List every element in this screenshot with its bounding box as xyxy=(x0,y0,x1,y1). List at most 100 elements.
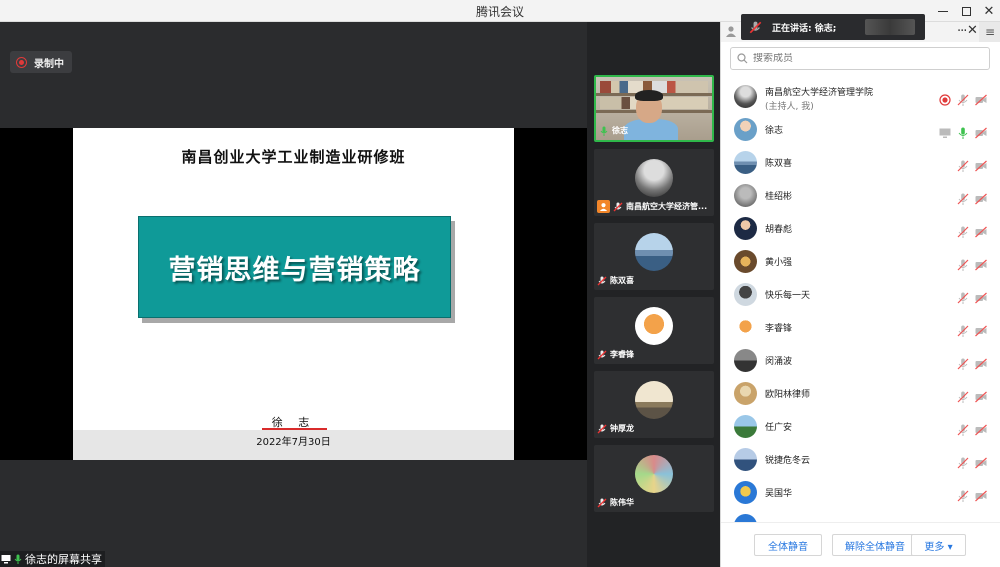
presentation-slide: 南昌创业大学工业制造业研修班 营销思维与营销策略 徐 志 2022年7月30日 xyxy=(73,128,514,460)
camera-off-icon[interactable] xyxy=(975,388,987,403)
camera-off-icon[interactable] xyxy=(975,256,987,271)
member-avatar xyxy=(734,349,757,372)
screen-share-view[interactable]: 南昌创业大学工业制造业研修班 营销思维与营销策略 徐 志 2022年7月30日 xyxy=(0,128,587,460)
camera-off-icon[interactable] xyxy=(975,355,987,370)
mic-muted-icon[interactable] xyxy=(957,421,969,436)
mic-muted-icon[interactable] xyxy=(957,223,969,238)
participant-name: 陈伟华 xyxy=(610,498,634,507)
video-tile-host[interactable]: 南昌航空大学经济管... xyxy=(594,149,714,216)
participant-name: 钟厚龙 xyxy=(610,424,634,433)
mic-muted-icon[interactable] xyxy=(957,322,969,337)
camera-off-icon[interactable] xyxy=(975,124,987,139)
camera-off-icon[interactable] xyxy=(975,190,987,205)
member-name: 闵涌波 xyxy=(765,357,793,367)
participant-avatar xyxy=(635,381,673,419)
mic-muted-icon xyxy=(597,276,607,285)
member-name: 陈双喜 xyxy=(765,159,793,169)
video-tile-liruifeng[interactable]: 李睿锋 xyxy=(594,297,714,364)
member-list: 南昌航空大学经济管理学院 (主持人, 我) 徐志陈双喜桂绍彬胡春彪黄小强快乐每一天李… xyxy=(721,80,1000,522)
member-avatar xyxy=(734,382,757,405)
video-tile-chenweihua[interactable]: 陈伟华 xyxy=(594,445,714,512)
video-tile-chenshuangxi[interactable]: 陈双喜 xyxy=(594,223,714,290)
member-row[interactable]: 桂绍彬 xyxy=(721,179,1000,212)
camera-off-icon[interactable] xyxy=(975,91,987,106)
member-row[interactable] xyxy=(721,509,1000,522)
member-row[interactable]: 南昌航空大学经济管理学院 (主持人, 我) xyxy=(721,80,1000,113)
mic-muted-icon[interactable] xyxy=(957,91,969,106)
blurred-area xyxy=(865,19,915,35)
video-tile-name: 陈伟华 xyxy=(597,496,634,509)
member-name: 胡春彪 xyxy=(765,225,793,235)
member-name: 黄小强 xyxy=(765,258,793,268)
camera-off-icon[interactable] xyxy=(975,421,987,436)
screen-share-icon xyxy=(1,555,11,564)
camera-off-icon[interactable] xyxy=(975,157,987,172)
main-stage: 录制中 南昌创业大学工业制造业研修班 营销思维与营销策略 徐 志 2022年7月… xyxy=(0,22,587,567)
member-row[interactable]: 徐志 xyxy=(721,113,1000,146)
participant-avatar xyxy=(635,455,673,493)
member-row[interactable]: 胡春彪 xyxy=(721,212,1000,245)
maximize-icon xyxy=(961,6,971,16)
mic-on-icon[interactable] xyxy=(957,124,969,139)
member-row[interactable]: 陈双喜 xyxy=(721,146,1000,179)
member-row[interactable]: 锐捷危冬云 xyxy=(721,443,1000,476)
more-button[interactable]: 更多 ▾ xyxy=(911,534,966,556)
member-name: 李睿锋 xyxy=(765,324,793,334)
member-row[interactable]: 闵涌波 xyxy=(721,344,1000,377)
camera-off-icon[interactable] xyxy=(975,223,987,238)
participant-name: 南昌航空大学经济管... xyxy=(626,202,708,211)
mic-muted-icon[interactable] xyxy=(957,388,969,403)
member-avatar xyxy=(734,514,757,522)
close-panel-button[interactable]: ✕ xyxy=(967,23,978,38)
video-tile-name: 钟厚龙 xyxy=(597,422,634,435)
mic-muted-icon xyxy=(597,424,607,433)
mic-muted-icon[interactable] xyxy=(957,157,969,172)
member-avatar xyxy=(734,184,757,207)
video-tile-xuzhi[interactable]: 徐志 xyxy=(594,75,714,142)
search-input[interactable] xyxy=(753,53,973,64)
mic-muted-icon xyxy=(597,498,607,507)
mic-muted-icon[interactable] xyxy=(957,355,969,370)
mic-muted-icon[interactable] xyxy=(957,256,969,271)
video-tile-name: 李睿锋 xyxy=(597,348,634,361)
member-avatar xyxy=(734,316,757,339)
member-row[interactable]: 吴国华 xyxy=(721,476,1000,509)
recording-label: 录制中 xyxy=(34,58,64,70)
close-window-button[interactable]: ✕ xyxy=(976,0,1000,22)
member-avatar xyxy=(734,118,757,141)
mic-muted-icon[interactable] xyxy=(957,487,969,502)
member-avatar xyxy=(734,250,757,273)
camera-off-icon[interactable] xyxy=(975,322,987,337)
member-row[interactable]: 任广安 xyxy=(721,410,1000,443)
mic-muted-icon[interactable] xyxy=(957,454,969,469)
unmute-all-button[interactable]: 解除全体静音 xyxy=(832,534,918,556)
mute-all-button[interactable]: 全体静音 xyxy=(754,534,822,556)
mic-muted-icon[interactable] xyxy=(957,190,969,205)
close-icon: ✕ xyxy=(983,3,995,19)
member-search[interactable] xyxy=(730,47,990,70)
mic-muted-icon[interactable] xyxy=(957,289,969,304)
video-thumbnails: 徐志 南昌航空大学经济管... 陈双喜 李睿锋 钟厚龙 陈伟华 xyxy=(587,22,720,567)
menu-icon[interactable]: ≡ xyxy=(979,22,1000,42)
recording-indicator[interactable]: 录制中 xyxy=(10,51,72,73)
member-avatar xyxy=(734,85,757,108)
screen-share-label: 徐志的屏幕共享 xyxy=(0,551,105,567)
video-tile-name: 徐志 xyxy=(599,124,628,137)
member-name: 吴国华 xyxy=(765,489,793,499)
mic-on-icon xyxy=(14,554,22,564)
member-row[interactable]: 李睿锋 xyxy=(721,311,1000,344)
members-panel: ··· ✕ ≡ 正在讲话: 徐志; 南昌航空大学经济管理学院 (主持人, 我) 徐志… xyxy=(720,14,1000,567)
more-options-icon[interactable]: ··· xyxy=(957,24,967,39)
camera-off-icon[interactable] xyxy=(975,454,987,469)
participant-name: 李睿锋 xyxy=(610,350,634,359)
member-row[interactable]: 欧阳林律师 xyxy=(721,377,1000,410)
member-row[interactable]: 快乐每一天 xyxy=(721,278,1000,311)
member-name: 徐志 xyxy=(765,126,784,136)
member-name: 南昌航空大学经济管理学院 xyxy=(765,88,874,98)
participant-avatar xyxy=(635,159,673,197)
member-row[interactable]: 黄小强 xyxy=(721,245,1000,278)
member-name: 锐捷危冬云 xyxy=(765,456,811,466)
camera-off-icon[interactable] xyxy=(975,487,987,502)
video-tile-zhonghoulong[interactable]: 钟厚龙 xyxy=(594,371,714,438)
camera-off-icon[interactable] xyxy=(975,289,987,304)
